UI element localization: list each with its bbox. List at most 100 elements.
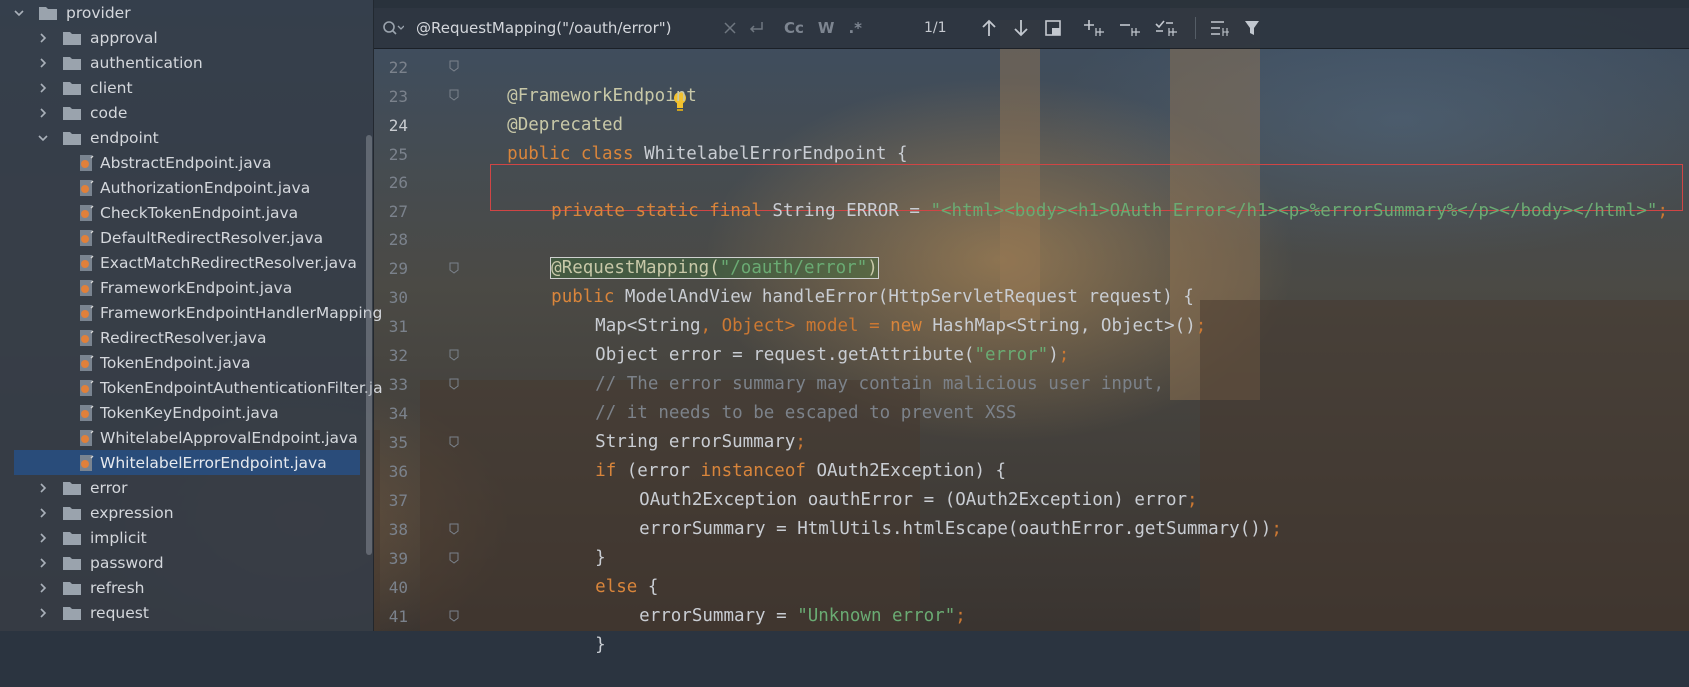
chevron-right-icon[interactable]: [36, 506, 50, 520]
fold-marker-icon[interactable]: [449, 89, 459, 101]
tree-folder-item[interactable]: refresh: [0, 575, 366, 600]
chevron-right-icon[interactable]: [36, 556, 50, 570]
tree-folder-item[interactable]: error: [0, 475, 366, 500]
chevron-right-icon[interactable]: [36, 81, 50, 95]
tree-file-item[interactable]: FrameworkEndpoint.java: [0, 275, 366, 300]
tree-file-item[interactable]: DefaultRedirectResolver.java: [0, 225, 366, 250]
match-case-button[interactable]: Cc: [784, 19, 804, 37]
line-number[interactable]: 34: [374, 404, 408, 423]
chevron-right-icon[interactable]: [36, 481, 50, 495]
tree-file-item[interactable]: TokenKeyEndpoint.java: [0, 400, 366, 425]
line-number[interactable]: 28: [374, 230, 408, 249]
tree-folder-item[interactable]: implicit: [0, 525, 366, 550]
chevron-right-icon[interactable]: [36, 581, 50, 595]
remove-selection-occurrence-icon[interactable]: [1119, 19, 1141, 37]
tree-file-item[interactable]: AuthorizationEndpoint.java: [0, 175, 366, 200]
code-line-29[interactable]: public ModelAndView handleError(HttpServ…: [509, 255, 1194, 307]
previous-occurrence-icon[interactable]: [981, 19, 997, 37]
tree-file-item[interactable]: AbstractEndpoint.java: [0, 150, 366, 175]
fold-marker-icon[interactable]: [449, 60, 459, 72]
select-all-occurrences-icon[interactable]: [1154, 19, 1179, 37]
line-number[interactable]: 25: [374, 145, 408, 164]
line-number[interactable]: 31: [374, 317, 408, 336]
line-number[interactable]: 30: [374, 288, 408, 307]
search-input[interactable]: [416, 19, 716, 37]
code-line-30[interactable]: Map<String, Object> model = new HashMap<…: [553, 284, 1206, 336]
code-line-23[interactable]: @Deprecated: [465, 83, 623, 135]
fold-marker-icon[interactable]: [449, 552, 459, 564]
search-history-icon[interactable]: [382, 20, 404, 36]
tree-file-item[interactable]: RedirectResolver.java: [0, 325, 366, 350]
tree-folder-item[interactable]: expression: [0, 500, 366, 525]
line-number[interactable]: 37: [374, 491, 408, 510]
code-line-28[interactable]: @RequestMapping("/oauth/error"): [509, 226, 879, 279]
fold-marker-icon[interactable]: [449, 523, 459, 535]
line-number[interactable]: 36: [374, 462, 408, 481]
chevron-down-icon[interactable]: [36, 131, 50, 145]
code-line-32[interactable]: // The error summary may contain malicio…: [553, 342, 1164, 394]
whole-words-button[interactable]: W: [818, 19, 835, 37]
tree-folder-item[interactable]: code: [0, 100, 366, 125]
fold-marker-icon[interactable]: [449, 436, 459, 448]
tree-file-item[interactable]: CheckTokenEndpoint.java: [0, 200, 366, 225]
line-number[interactable]: 41: [374, 607, 408, 626]
chevron-right-icon[interactable]: [36, 531, 50, 545]
tree-file-item[interactable]: WhitelabelErrorEndpoint.java: [14, 450, 360, 475]
tree-folder-item[interactable]: password: [0, 550, 366, 575]
tree-file-item[interactable]: ExactMatchRedirectResolver.java: [0, 250, 366, 275]
line-number[interactable]: 35: [374, 433, 408, 452]
code-line-26[interactable]: private static final String ERROR = "<ht…: [509, 169, 1668, 221]
code-line-40[interactable]: errorSummary = "Unknown error";: [597, 574, 966, 626]
chevron-right-icon[interactable]: [36, 56, 50, 70]
code-line-39[interactable]: else {: [553, 545, 658, 597]
next-occurrence-icon[interactable]: [1013, 19, 1029, 37]
code-line-34[interactable]: String errorSummary;: [553, 400, 806, 452]
code-line-35[interactable]: if (error instanceof OAuth2Exception) {: [553, 429, 1006, 481]
code-line-41[interactable]: }: [553, 603, 606, 655]
sidebar-scrollbar[interactable]: [366, 135, 372, 555]
tree-file-item[interactable]: FrameworkEndpointHandlerMapping: [0, 300, 382, 325]
chevron-right-icon[interactable]: [36, 606, 50, 620]
line-number[interactable]: 38: [374, 520, 408, 539]
line-number[interactable]: 22: [374, 58, 408, 77]
fold-marker-icon[interactable]: [449, 349, 459, 361]
tree-file-item[interactable]: TokenEndpoint.java: [0, 350, 366, 375]
line-number[interactable]: 27: [374, 202, 408, 221]
new-line-icon[interactable]: [748, 21, 764, 35]
filter-icon[interactable]: [1244, 20, 1260, 36]
regex-button[interactable]: .*: [848, 19, 862, 37]
line-number[interactable]: 39: [374, 549, 408, 568]
line-number[interactable]: 40: [374, 578, 408, 597]
tree-folder-item[interactable]: client: [0, 75, 366, 100]
tree-folder-item[interactable]: approval: [0, 25, 366, 50]
tree-folder-item[interactable]: provider: [0, 0, 366, 25]
code-line-38[interactable]: }: [553, 516, 606, 568]
line-number[interactable]: 26: [374, 173, 408, 192]
line-number[interactable]: 33: [374, 375, 408, 394]
chevron-down-icon[interactable]: [12, 6, 26, 20]
filter-search-results-icon[interactable]: [1210, 19, 1230, 37]
fold-marker-icon[interactable]: [449, 262, 459, 274]
code-line-22[interactable]: @FrameworkEndpoint: [465, 54, 697, 106]
code-line-33[interactable]: // it needs to be escaped to prevent XSS: [553, 371, 1016, 423]
tree-folder-item[interactable]: endpoint: [0, 125, 366, 150]
tree-folder-item[interactable]: authentication: [0, 50, 366, 75]
fold-marker-icon[interactable]: [449, 378, 459, 390]
code-line-37[interactable]: errorSummary = HtmlUtils.htmlEscape(oaut…: [597, 487, 1282, 539]
line-number[interactable]: 29: [374, 259, 408, 278]
fold-marker-icon[interactable]: [449, 610, 459, 622]
clear-search-icon[interactable]: [724, 22, 736, 34]
tree-file-item[interactable]: WhitelabelApprovalEndpoint.java: [0, 425, 366, 450]
tree-file-item[interactable]: TokenEndpointAuthenticationFilter.ja: [0, 375, 383, 400]
chevron-right-icon[interactable]: [36, 31, 50, 45]
chevron-right-icon[interactable]: [36, 106, 50, 120]
line-number[interactable]: 24: [374, 116, 408, 135]
code-line-31[interactable]: Object error = request.getAttribute("err…: [553, 313, 1069, 365]
code-line-36[interactable]: OAuth2Exception oauthError = (OAuth2Exce…: [597, 458, 1197, 510]
line-number[interactable]: 32: [374, 346, 408, 365]
code-line-24[interactable]: public class WhitelabelErrorEndpoint {: [465, 112, 907, 164]
open-in-window-icon[interactable]: [1044, 20, 1061, 36]
tree-folder-item[interactable]: request: [0, 600, 366, 625]
line-number[interactable]: 23: [374, 87, 408, 106]
add-selection-occurrence-icon[interactable]: [1083, 19, 1105, 37]
